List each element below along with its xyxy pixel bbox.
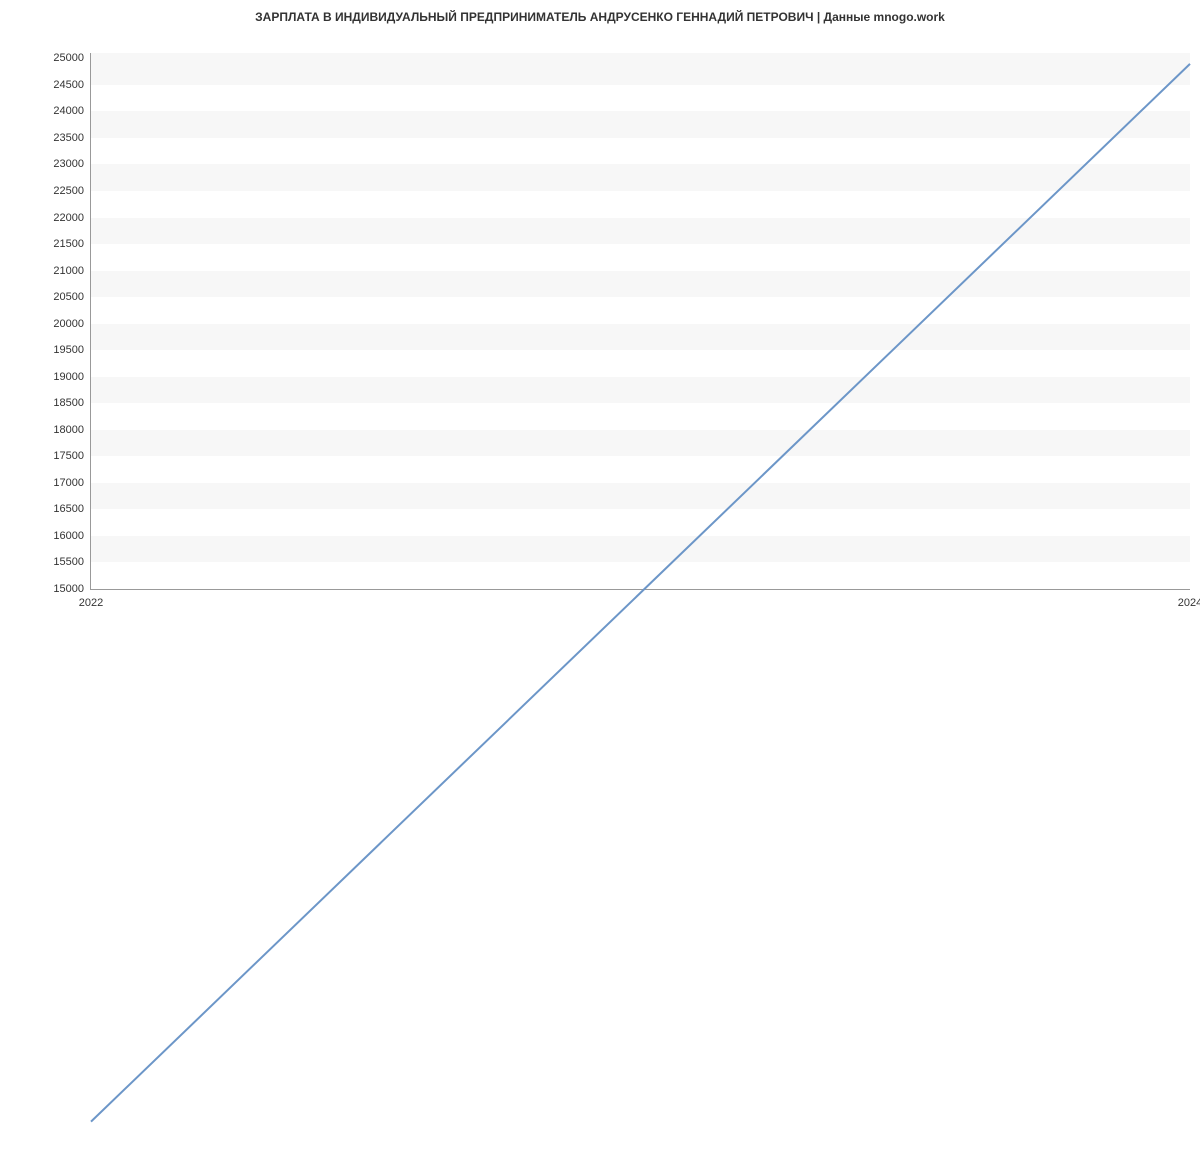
y-tick-label: 19000 (53, 371, 84, 383)
x-tick-label: 2024 (1178, 597, 1200, 609)
y-tick-label: 17500 (53, 450, 84, 462)
x-tick-label: 2022 (79, 597, 103, 609)
y-tick-label: 21000 (53, 265, 84, 277)
y-tick-label: 18500 (53, 397, 84, 409)
y-tick-label: 20000 (53, 318, 84, 330)
chart-container: 15000 15500 16000 16500 17000 17500 18000 18500… (50, 35, 1190, 610)
y-tick-label: 18000 (53, 424, 84, 436)
data-line (91, 64, 1190, 1122)
y-tick-label: 24000 (53, 105, 84, 117)
chart-line-svg (91, 53, 1190, 1152)
y-tick-label: 19500 (53, 344, 84, 356)
y-tick-label: 24500 (53, 79, 84, 91)
y-tick-label: 25000 (53, 52, 84, 64)
y-tick-label: 23000 (53, 158, 84, 170)
y-tick-label: 21500 (53, 238, 84, 250)
y-tick-label: 15000 (53, 583, 84, 595)
y-tick-label: 23500 (53, 132, 84, 144)
y-tick-label: 22500 (53, 185, 84, 197)
y-tick-label: 15500 (53, 556, 84, 568)
chart-title: ЗАРПЛАТА В ИНДИВИДУАЛЬНЫЙ ПРЕДПРИНИМАТЕЛ… (0, 0, 1200, 24)
plot-area: 1500015500160001650017000175001800018500… (90, 53, 1190, 590)
y-tick-label: 17000 (53, 477, 84, 489)
y-tick-label: 16500 (53, 503, 84, 515)
y-tick-label: 16000 (53, 530, 84, 542)
y-tick-label: 20500 (53, 291, 84, 303)
y-tick-label: 22000 (53, 212, 84, 224)
